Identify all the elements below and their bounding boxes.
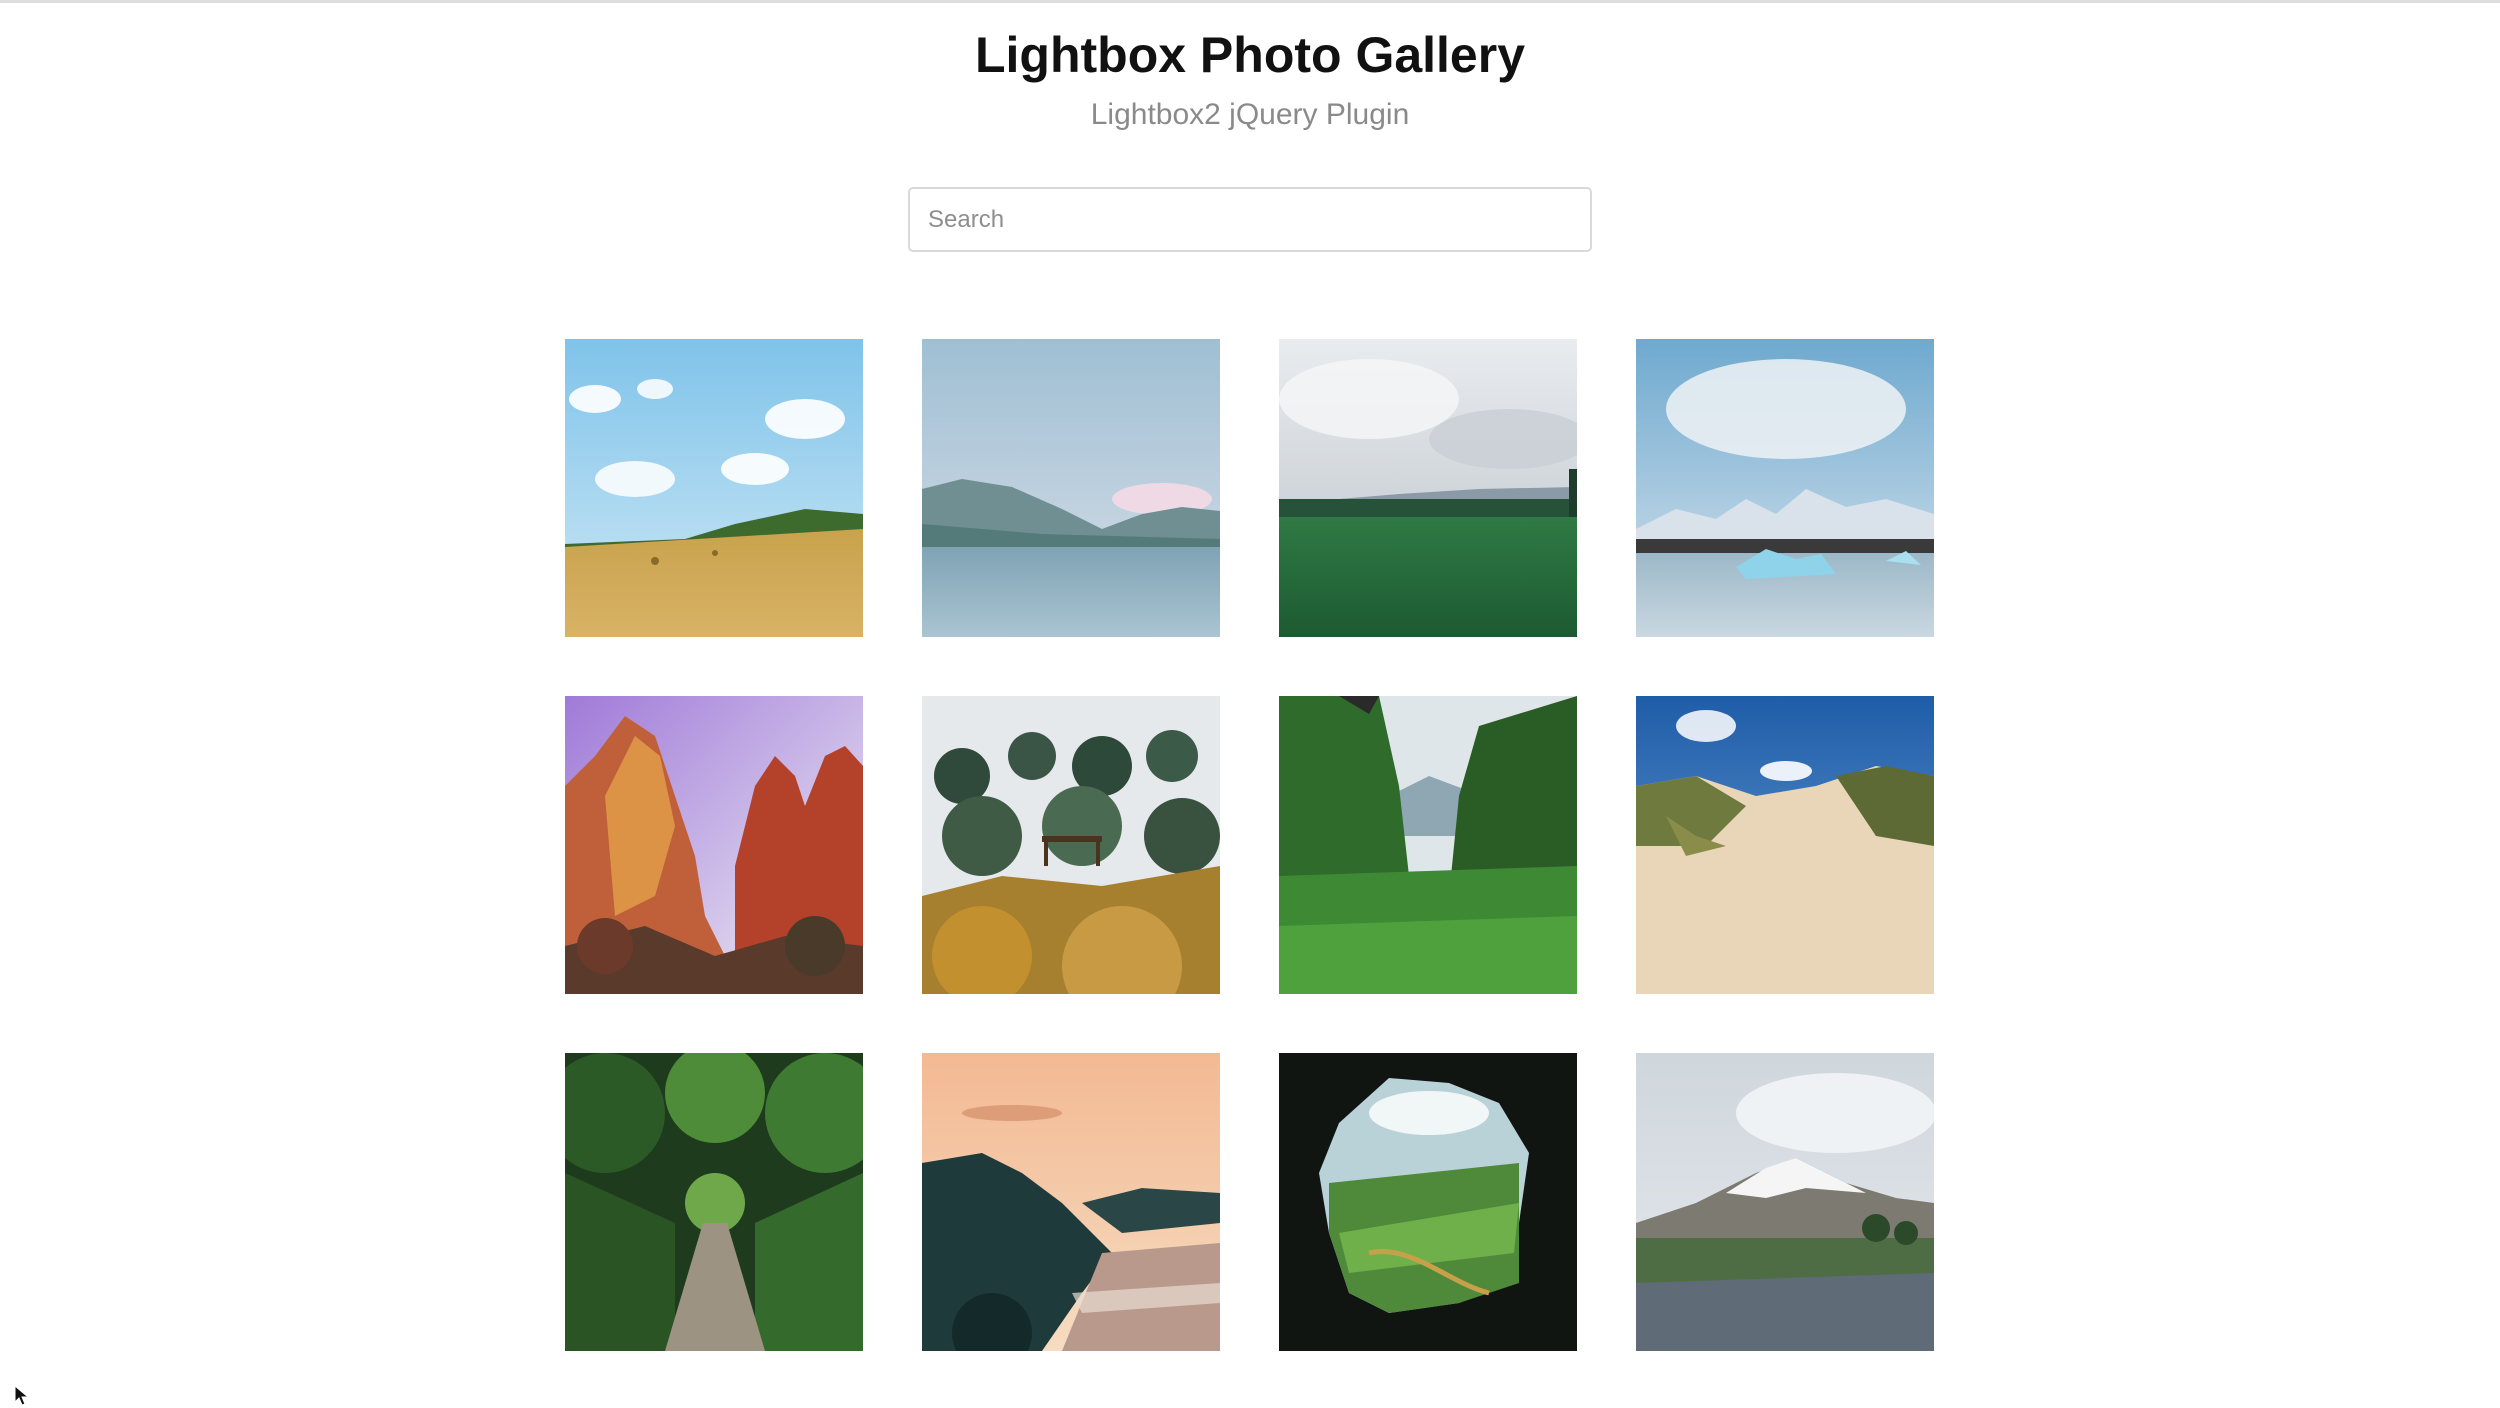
search-input[interactable]	[908, 187, 1592, 252]
glacier-lagoon-image	[1636, 339, 1934, 637]
red-rock-canyon-image	[565, 696, 863, 994]
wheat-field-image	[565, 339, 863, 637]
gallery-photo-forest-garden[interactable]	[922, 696, 1220, 994]
gallery-photo-coastline-sunset[interactable]	[922, 1053, 1220, 1351]
sand-dunes-image	[1636, 696, 1934, 994]
forest-path-image	[565, 1053, 863, 1351]
gallery-photo-cave-opening[interactable]	[1279, 1053, 1577, 1351]
gallery-photo-red-rock-canyon[interactable]	[565, 696, 863, 994]
gallery-photo-green-valley[interactable]	[1279, 696, 1577, 994]
page-subtitle: Lightbox2 jQuery Plugin	[1090, 98, 1410, 131]
photo-gallery	[565, 339, 1935, 1351]
green-valley-image	[1279, 696, 1577, 994]
coastline-sunset-image	[922, 1053, 1220, 1351]
gallery-photo-forest-path[interactable]	[565, 1053, 863, 1351]
page-title: Lightbox Photo Gallery	[974, 27, 1526, 83]
gallery-photo-mountain-lake[interactable]	[922, 339, 1220, 637]
top-border	[0, 0, 2500, 3]
gallery-photo-sand-dunes[interactable]	[1636, 696, 1934, 994]
gallery-photo-snowy-mountain[interactable]	[1636, 1053, 1934, 1351]
gallery-photo-glacier-lagoon[interactable]	[1636, 339, 1934, 637]
snowy-mountain-image	[1636, 1053, 1934, 1351]
green-meadow-image	[1279, 339, 1577, 637]
forest-garden-image	[922, 696, 1220, 994]
cave-opening-image	[1279, 1053, 1577, 1351]
gallery-photo-green-meadow[interactable]	[1279, 339, 1577, 637]
gallery-photo-wheat-field[interactable]	[565, 339, 863, 637]
mountain-lake-image	[922, 339, 1220, 637]
mouse-cursor-icon	[14, 1385, 30, 1406]
